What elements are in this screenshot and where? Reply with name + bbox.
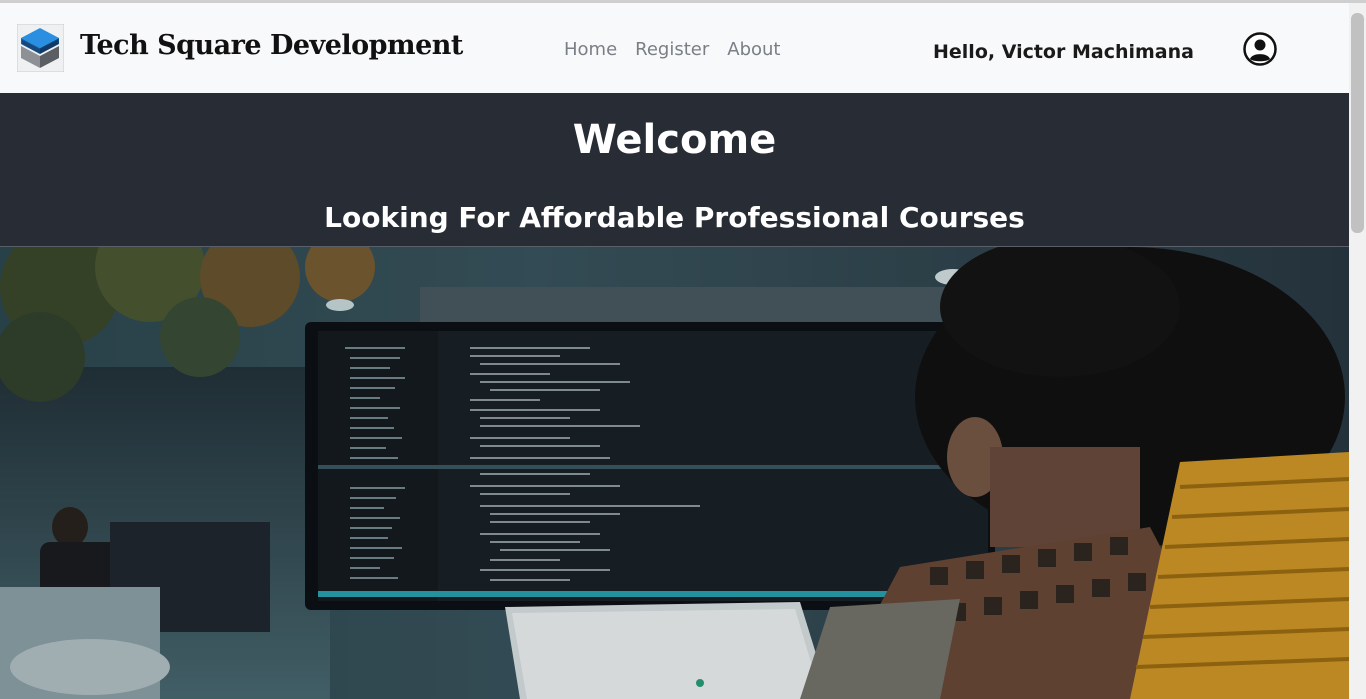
page: Tech Square Development Home Register Ab… bbox=[0, 0, 1366, 699]
page-scrollbar[interactable] bbox=[1349, 3, 1366, 699]
nav-home-link[interactable]: Home bbox=[564, 39, 617, 60]
user-greeting: Hello, Victor Machimana bbox=[933, 41, 1194, 63]
nav-register-link[interactable]: Register bbox=[635, 39, 709, 60]
hero-subtitle: Looking For Affordable Professional Cour… bbox=[324, 201, 1025, 234]
cube-logo-icon[interactable] bbox=[17, 24, 64, 72]
developer-at-computer-illustration bbox=[0, 247, 1349, 699]
user-account-icon[interactable] bbox=[1243, 32, 1277, 66]
hero-title: Welcome bbox=[572, 117, 777, 163]
nav-links: Home Register About bbox=[564, 39, 780, 60]
nav-about-link[interactable]: About bbox=[727, 39, 780, 60]
brand-name[interactable]: Tech Square Development bbox=[80, 30, 463, 61]
hero-image bbox=[0, 247, 1349, 699]
navbar: Tech Square Development Home Register Ab… bbox=[0, 3, 1349, 93]
scrollbar-thumb[interactable] bbox=[1351, 13, 1364, 233]
hero-banner: Welcome Looking For Affordable Professio… bbox=[0, 93, 1349, 247]
